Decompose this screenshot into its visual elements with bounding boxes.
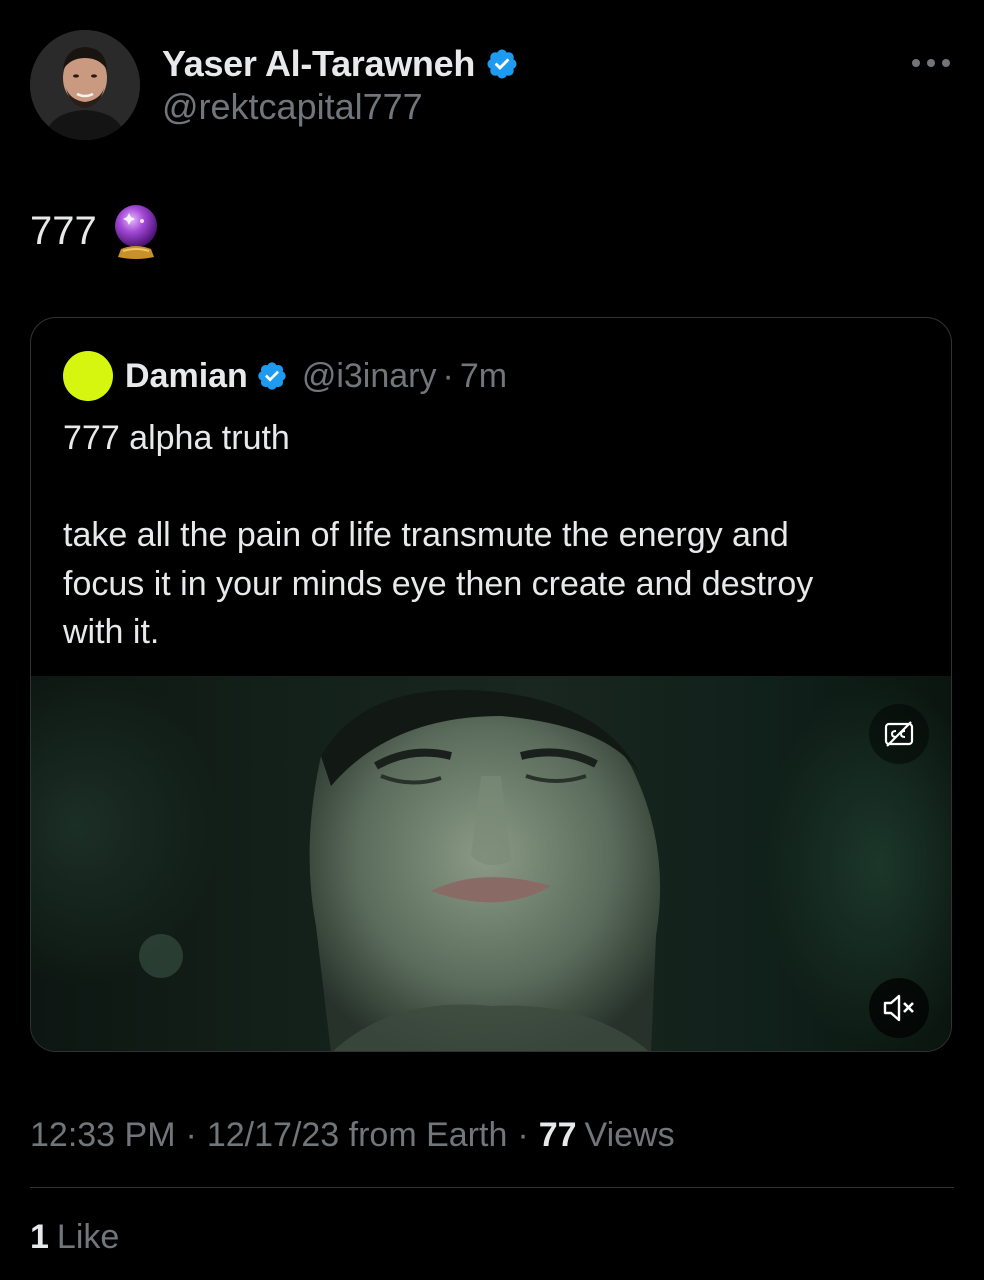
captions-button[interactable] — [869, 704, 929, 764]
likes-row[interactable]: 1 Like — [30, 1214, 119, 1260]
mute-toggle-button[interactable] — [869, 978, 929, 1038]
muted-speaker-icon — [883, 994, 914, 1022]
separator-dot: · — [517, 1115, 529, 1154]
quoted-tweet-time[interactable]: 7m — [460, 357, 507, 396]
tweet-date-source[interactable]: 12/17/23 from Earth — [207, 1116, 508, 1155]
video-thumbnail-face — [139, 689, 661, 1051]
more-options-button[interactable] — [908, 46, 954, 80]
separator-dot: · — [185, 1115, 197, 1154]
divider — [30, 1187, 954, 1188]
quoted-text-blank-line — [63, 463, 923, 512]
quoted-tweet-card[interactable]: Damian @i3inary · 7m 777 alpha truth tak… — [30, 317, 952, 1052]
quoted-text-line: 777 alpha truth — [63, 419, 290, 457]
tweet-metadata: 12:33 PM · 12/17/23 from Earth · 77 View… — [30, 1112, 675, 1158]
quoted-tweet-text: 777 alpha truth take all the pain of lif… — [63, 414, 923, 657]
tweet-text-content: 777 — [30, 208, 97, 253]
quoted-author-name[interactable]: Damian — [125, 357, 248, 396]
video-player[interactable] — [31, 676, 951, 1051]
quoted-text-line: with it. — [63, 613, 160, 651]
author-display-name[interactable]: Yaser Al-Tarawneh — [162, 43, 475, 85]
verified-badge-icon[interactable] — [485, 47, 519, 81]
verified-badge-icon — [258, 362, 286, 390]
author-avatar[interactable] — [30, 30, 140, 140]
closed-captions-icon — [884, 721, 914, 747]
likes-label: Like — [56, 1217, 120, 1256]
quoted-author-avatar[interactable] — [63, 351, 113, 401]
views-label: Views — [584, 1115, 675, 1154]
ellipsis-icon — [912, 59, 950, 67]
tweet-text: 777 — [30, 200, 161, 262]
profile-photo — [30, 30, 140, 140]
crystal-ball-icon — [114, 205, 157, 259]
tweet-time[interactable]: 12:33 PM — [30, 1116, 176, 1155]
author-name-row: Yaser Al-Tarawneh — [162, 40, 519, 88]
quoted-author-handle[interactable]: @i3inary — [302, 357, 437, 396]
likes-count[interactable]: 1 — [30, 1218, 49, 1257]
quoted-tweet-header: Damian @i3inary · 7m — [63, 350, 507, 402]
quoted-text-line: take all the pain of life transmute the … — [63, 516, 789, 554]
separator-dot: · — [442, 356, 454, 395]
author-handle[interactable]: @rektcapital777 — [162, 86, 423, 128]
quoted-text-line: focus it in your minds eye then create a… — [63, 564, 814, 603]
views-count[interactable]: 77 — [539, 1116, 577, 1155]
